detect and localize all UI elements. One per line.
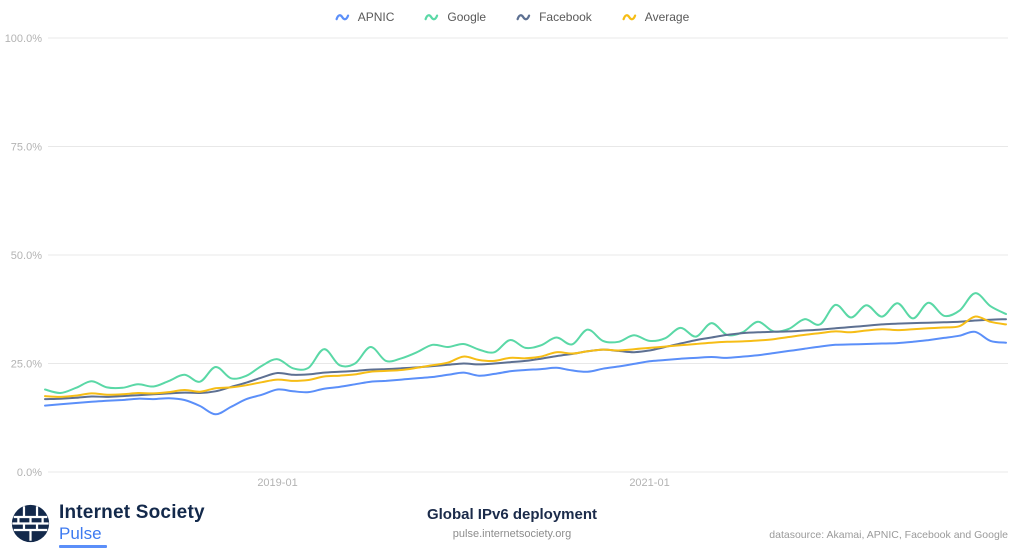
- ipv6-deployment-chart: 100.0% 75.0% 50.0% 25.0% 0.0% 2019-01 2021-01: [0, 0, 1024, 500]
- y-axis-label: 75.0%: [11, 142, 42, 154]
- x-axis-label: 2021-01: [629, 477, 669, 489]
- y-axis-label: 25.0%: [11, 359, 42, 371]
- y-axis-label: 100.0%: [5, 33, 43, 45]
- datasource-note: datasource: Akamai, APNIC, Facebook and …: [769, 529, 1008, 541]
- series-line-apnic: [45, 332, 1006, 415]
- y-axis-label: 0.0%: [17, 467, 42, 479]
- footer: Internet Society Pulse Global IPv6 deplo…: [0, 500, 1024, 556]
- series-line-average: [45, 317, 1006, 397]
- chart-title: Global IPv6 deployment: [0, 506, 1024, 523]
- pulse-underline: [59, 545, 107, 548]
- series-line-google: [45, 293, 1006, 393]
- y-axis-label: 50.0%: [11, 250, 42, 262]
- x-axis-label: 2019-01: [257, 477, 297, 489]
